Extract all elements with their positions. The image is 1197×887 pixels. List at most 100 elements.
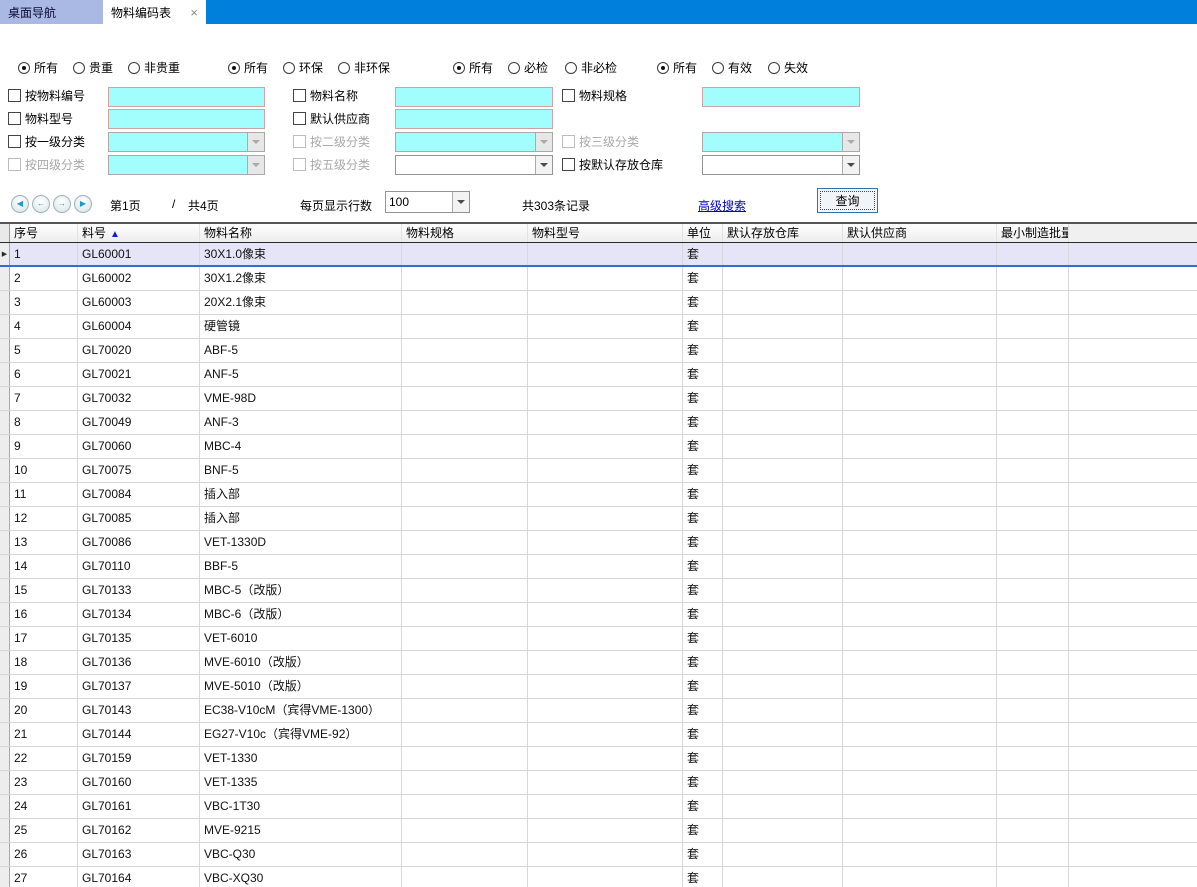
radio-not-precious[interactable]: 非贵重 xyxy=(128,60,180,75)
radio-env[interactable]: 环保 xyxy=(283,60,323,75)
row-gutter[interactable] xyxy=(0,339,10,362)
row-gutter[interactable] xyxy=(0,819,10,842)
table-row[interactable]: 4GL60004硬管镜套 xyxy=(0,315,1197,339)
table-row[interactable]: 19GL70137MVE-5010（改版）套 xyxy=(0,675,1197,699)
table-row[interactable]: 18GL70136MVE-6010（改版）套 xyxy=(0,651,1197,675)
table-row[interactable]: 13GL70086VET-1330D套 xyxy=(0,531,1197,555)
radio-not-env[interactable]: 非环保 xyxy=(338,60,390,75)
table-row[interactable]: 21GL70144EG27-V10c（宾得VME-92）套 xyxy=(0,723,1197,747)
row-gutter[interactable] xyxy=(0,579,10,602)
filter-default-warehouse[interactable]: 按默认存放仓库 xyxy=(562,157,663,172)
row-gutter[interactable] xyxy=(0,627,10,650)
table-row[interactable]: 16GL70134MBC-6（改版）套 xyxy=(0,603,1197,627)
column-header-model[interactable]: 物料型号 xyxy=(528,224,683,242)
row-gutter[interactable] xyxy=(0,459,10,482)
row-gutter[interactable] xyxy=(0,315,10,338)
row-gutter[interactable] xyxy=(0,603,10,626)
row-gutter[interactable] xyxy=(0,483,10,506)
row-gutter[interactable] xyxy=(0,699,10,722)
tab-desktop-nav[interactable]: 桌面导航 xyxy=(0,0,103,24)
radio-inspect-all[interactable]: 所有 xyxy=(453,60,493,75)
table-row[interactable]: ▶1GL6000130X1.0像束套 xyxy=(0,243,1197,267)
table-row[interactable]: 7GL70032VME-98D套 xyxy=(0,387,1197,411)
column-header-filler[interactable] xyxy=(1069,224,1197,242)
row-gutter[interactable] xyxy=(0,411,10,434)
filter-material-spec[interactable]: 物料规格 xyxy=(562,88,627,103)
query-button[interactable]: 查询 xyxy=(817,188,878,213)
material-spec-input[interactable] xyxy=(702,87,860,107)
category-1-select[interactable] xyxy=(108,132,265,152)
column-header-supplier[interactable]: 默认供应商 xyxy=(843,224,997,242)
filter-material-model[interactable]: 物料型号 xyxy=(8,111,73,126)
tab-material-code-table[interactable]: 物料编码表 × xyxy=(103,0,206,24)
prev-page-button[interactable]: ← xyxy=(32,195,50,213)
column-header-unit[interactable]: 单位 xyxy=(683,224,723,242)
column-header-seq[interactable]: 序号 xyxy=(10,224,78,242)
row-gutter[interactable] xyxy=(0,267,10,290)
row-gutter[interactable] xyxy=(0,651,10,674)
radio-precious[interactable]: 贵重 xyxy=(73,60,113,75)
table-row[interactable]: 14GL70110BBF-5套 xyxy=(0,555,1197,579)
row-gutter[interactable] xyxy=(0,675,10,698)
row-marker-icon[interactable]: ▶ xyxy=(0,243,10,265)
row-gutter[interactable] xyxy=(0,747,10,770)
row-gutter[interactable] xyxy=(0,387,10,410)
row-gutter[interactable] xyxy=(0,291,10,314)
table-row[interactable]: 24GL70161VBC-1T30套 xyxy=(0,795,1197,819)
default-warehouse-select[interactable] xyxy=(702,155,860,175)
table-row[interactable]: 17GL70135VET-6010套 xyxy=(0,627,1197,651)
table-row[interactable]: 9GL70060MBC-4套 xyxy=(0,435,1197,459)
row-gutter[interactable] xyxy=(0,555,10,578)
table-row[interactable]: 10GL70075BNF-5套 xyxy=(0,459,1197,483)
column-header-min_batch[interactable]: 最小制造批量 xyxy=(997,224,1069,242)
radio-not-inspect[interactable]: 非必检 xyxy=(565,60,617,75)
column-header-part_no[interactable]: 料号▲ xyxy=(78,224,200,242)
table-row[interactable]: 3GL6000320X2.1像束套 xyxy=(0,291,1197,315)
row-gutter[interactable] xyxy=(0,771,10,794)
filter-default-supplier[interactable]: 默认供应商 xyxy=(293,111,370,126)
default-supplier-input[interactable] xyxy=(395,109,553,129)
table-row[interactable]: 25GL70162MVE-9215套 xyxy=(0,819,1197,843)
table-row[interactable]: 15GL70133MBC-5（改版）套 xyxy=(0,579,1197,603)
radio-valid[interactable]: 有效 xyxy=(712,60,752,75)
column-header-name[interactable]: 物料名称 xyxy=(200,224,402,242)
advanced-search-link[interactable]: 高级搜索 xyxy=(698,197,746,214)
filter-by-part-no[interactable]: 按物料编号 xyxy=(8,88,85,103)
table-row[interactable]: 5GL70020ABF-5套 xyxy=(0,339,1197,363)
table-row[interactable]: 12GL70085插入部套 xyxy=(0,507,1197,531)
table-row[interactable]: 26GL70163VBC-Q30套 xyxy=(0,843,1197,867)
filter-category-1[interactable]: 按一级分类 xyxy=(8,134,85,149)
material-name-input[interactable] xyxy=(395,87,553,107)
radio-invalid[interactable]: 失效 xyxy=(768,60,808,75)
close-icon[interactable]: × xyxy=(184,6,198,19)
column-header-warehouse[interactable]: 默认存放仓库 xyxy=(723,224,843,242)
row-gutter[interactable] xyxy=(0,507,10,530)
radio-precious-all[interactable]: 所有 xyxy=(18,60,58,75)
row-gutter[interactable] xyxy=(0,843,10,866)
table-row[interactable]: 23GL70160VET-1335套 xyxy=(0,771,1197,795)
radio-must-inspect[interactable]: 必检 xyxy=(508,60,548,75)
row-gutter[interactable] xyxy=(0,435,10,458)
row-gutter[interactable] xyxy=(0,723,10,746)
table-row[interactable]: 20GL70143EC38-V10cM（宾得VME-1300）套 xyxy=(0,699,1197,723)
part-no-input[interactable] xyxy=(108,87,265,107)
radio-valid-all[interactable]: 所有 xyxy=(657,60,697,75)
next-page-button[interactable]: → xyxy=(53,195,71,213)
table-row[interactable]: 11GL70084插入部套 xyxy=(0,483,1197,507)
table-row[interactable]: 22GL70159VET-1330套 xyxy=(0,747,1197,771)
column-header-spec[interactable]: 物料规格 xyxy=(402,224,528,242)
table-row[interactable]: 6GL70021ANF-5套 xyxy=(0,363,1197,387)
first-page-button[interactable]: ◀ xyxy=(11,195,29,213)
row-gutter[interactable] xyxy=(0,867,10,887)
table-row[interactable]: 2GL6000230X1.2像束套 xyxy=(0,267,1197,291)
table-row[interactable]: 27GL70164VBC-XQ30套 xyxy=(0,867,1197,887)
rows-per-page-select[interactable]: 100 xyxy=(385,191,470,213)
filter-material-name[interactable]: 物料名称 xyxy=(293,88,358,103)
last-page-button[interactable]: ▶ xyxy=(74,195,92,213)
radio-env-all[interactable]: 所有 xyxy=(228,60,268,75)
category-5-select[interactable] xyxy=(395,155,553,175)
row-gutter[interactable] xyxy=(0,795,10,818)
row-gutter[interactable] xyxy=(0,531,10,554)
row-gutter[interactable] xyxy=(0,363,10,386)
material-model-input[interactable] xyxy=(108,109,265,129)
